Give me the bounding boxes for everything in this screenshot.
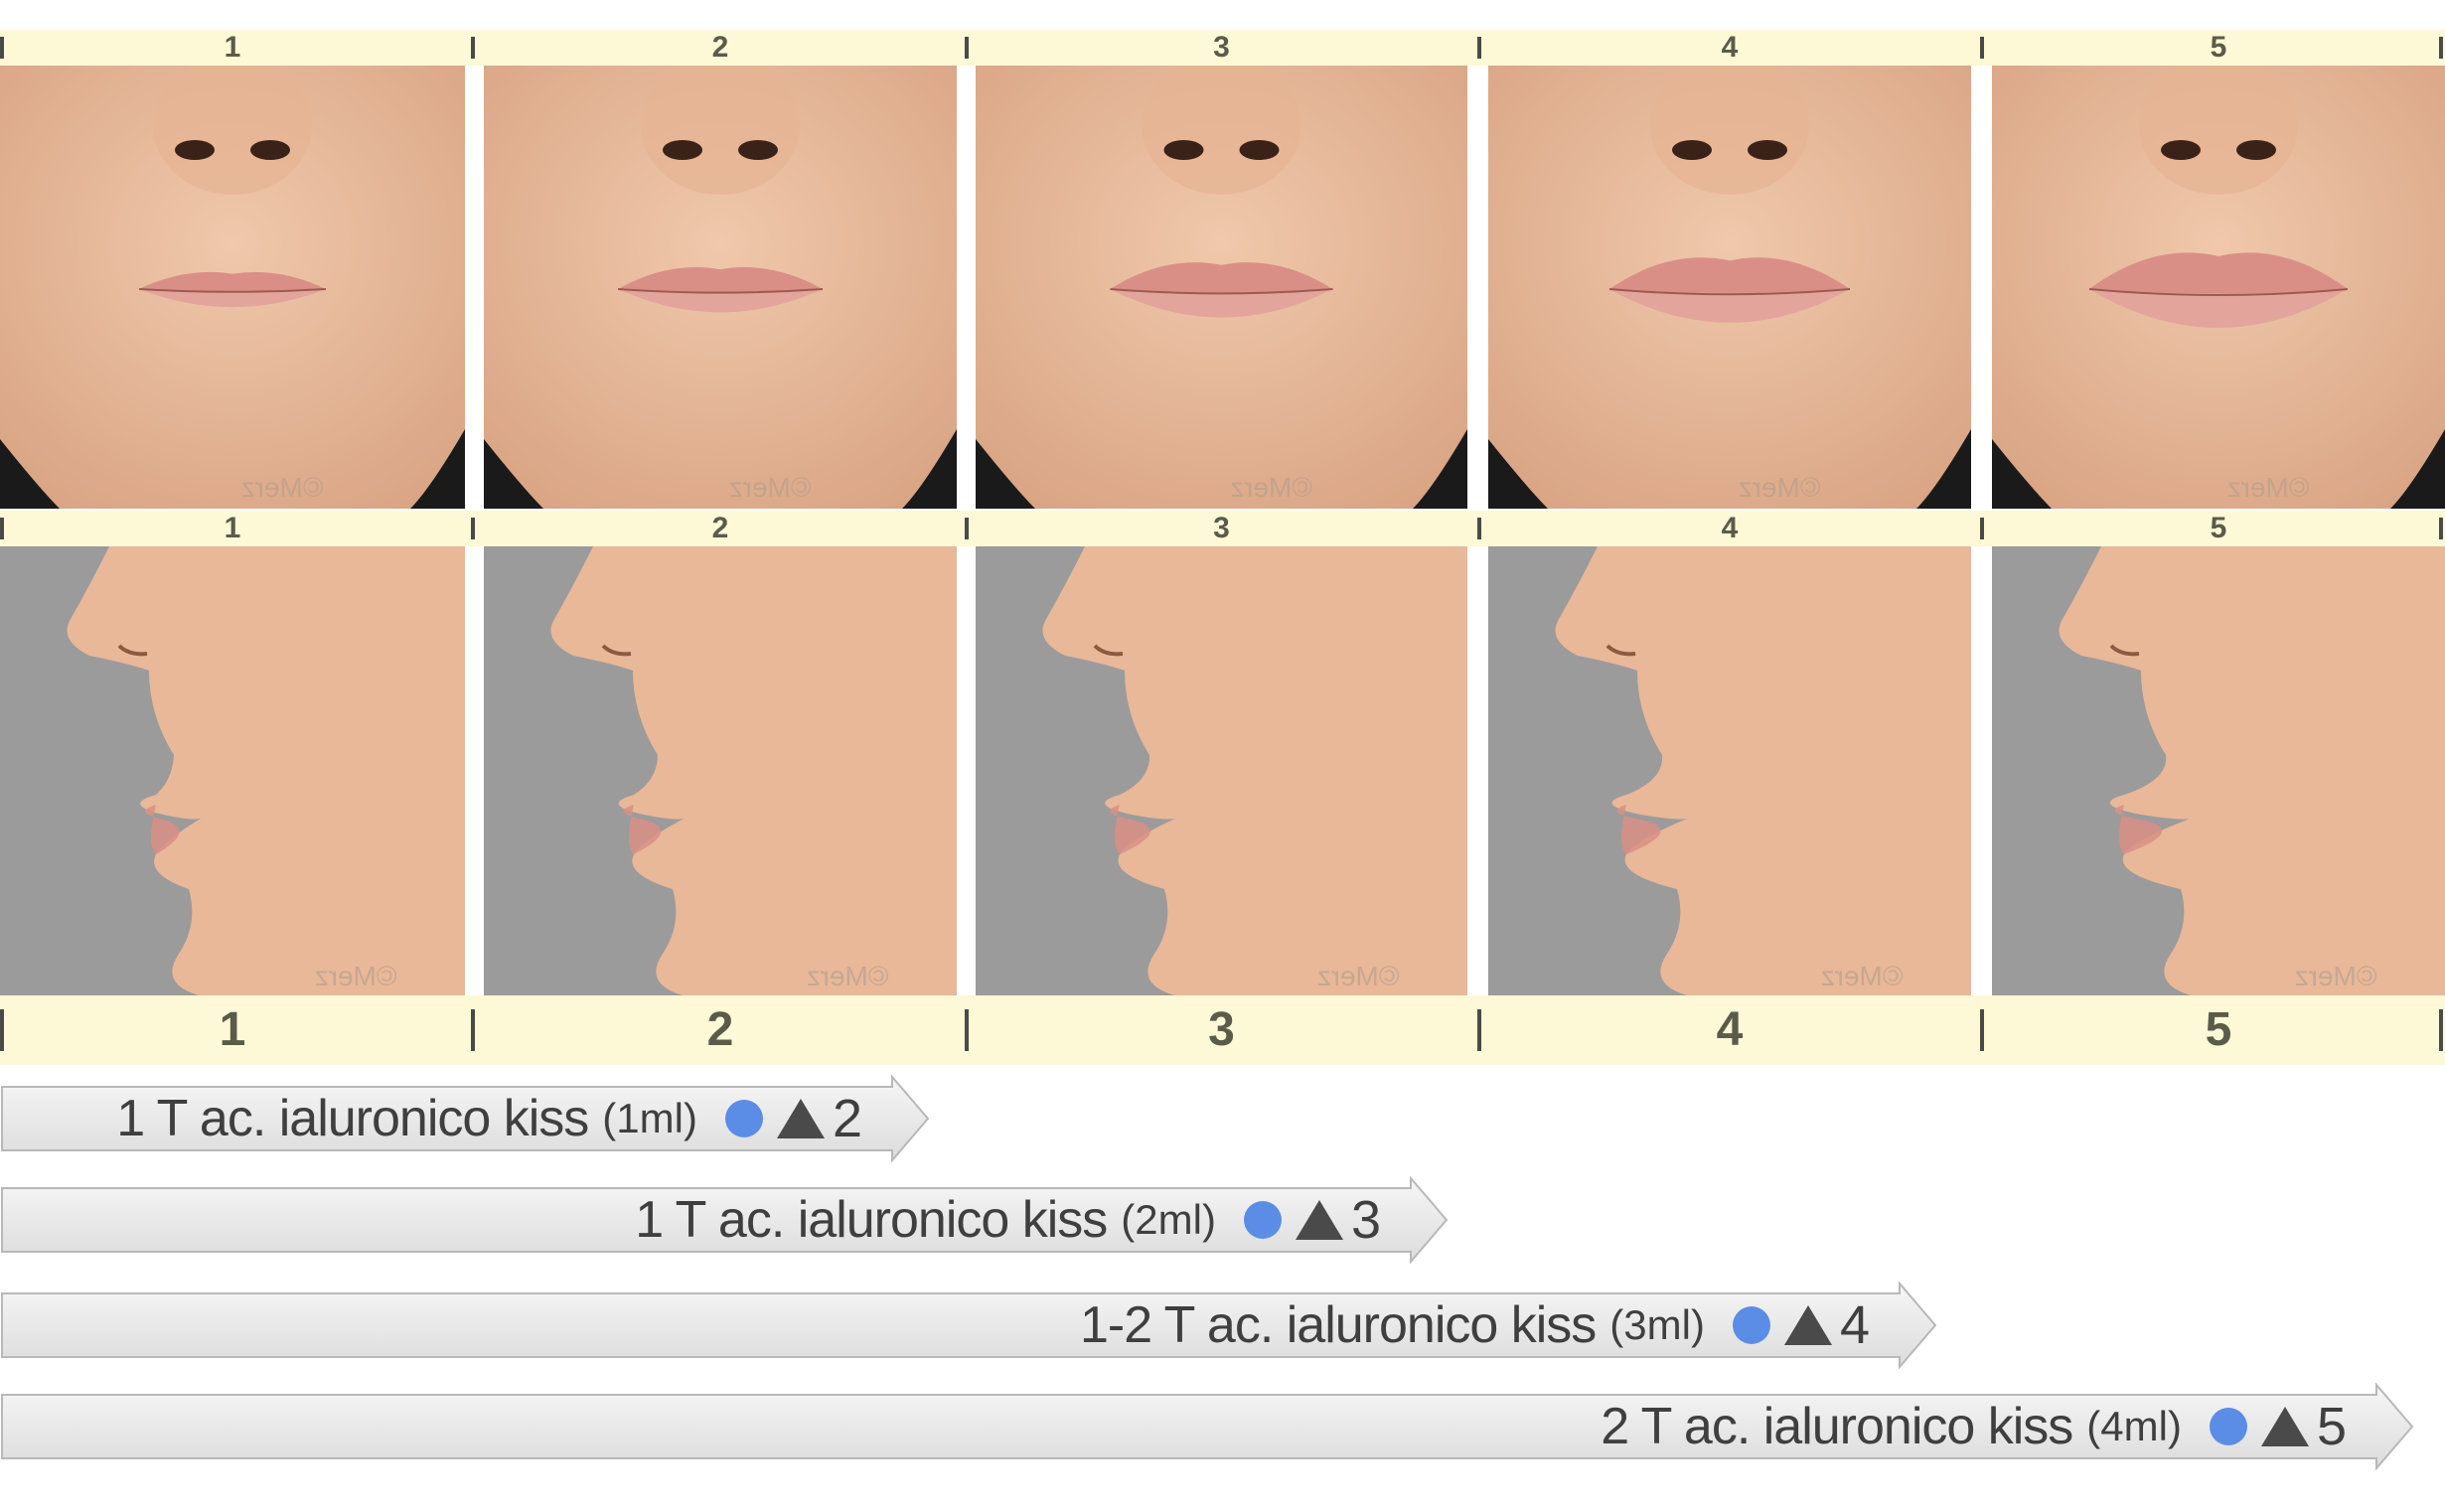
watermark: ©Merz [241, 472, 324, 503]
front-lip-photo-2: ©Merz [484, 66, 957, 509]
watermark: ©Merz [315, 961, 397, 991]
watermark: ©Merz [729, 472, 812, 503]
top-tick [2439, 37, 2443, 59]
treatment-label: 1 T ac. ialuronico kiss [635, 1191, 1108, 1249]
middle-label-3: 3 [1213, 512, 1230, 544]
top-tick [1477, 37, 1481, 59]
top-tick [471, 37, 475, 59]
front-lip-photo-1: ©Merz [0, 66, 465, 509]
treatment-volume: (3ml) [1609, 1301, 1705, 1348]
bottom-tick [1477, 1009, 1481, 1051]
top-label-4: 4 [1721, 31, 1739, 64]
profile-lip-photo-1: ©Merz [0, 546, 465, 995]
watermark: ©Merz [807, 961, 889, 991]
bottom-tick [0, 1009, 4, 1051]
treatment-text: 1 T ac. ialuronico kiss (1ml) 2 [116, 1075, 862, 1162]
watermark: ©Merz [2295, 961, 2377, 991]
middle-label-2: 2 [711, 512, 729, 544]
blue-dot-icon [1243, 1201, 1282, 1239]
middle-label-1: 1 [224, 512, 241, 544]
triangle-icon [1295, 1200, 1343, 1240]
bottom-tick [471, 1009, 475, 1051]
treatment-volume: (2ml) [1121, 1196, 1216, 1243]
profile-lip-photo-3: ©Merz [976, 546, 1467, 995]
profile-lip-photo-4: ©Merz [1488, 546, 1971, 995]
bottom-tick [965, 1009, 969, 1051]
front-lip-photo-4: ©Merz [1488, 66, 1971, 509]
profile-lip-photo-5: ©Merz [1992, 546, 2445, 995]
treatment-arrow-4: 2 T ac. ialuronico kiss (4ml) 5 [0, 1383, 2416, 1470]
treatment-text: 1 T ac. ialuronico kiss (2ml) 3 [635, 1176, 1381, 1264]
middle-label-5: 5 [2210, 512, 2227, 544]
blue-dot-icon [1732, 1306, 1770, 1344]
bottom-label-1: 1 [219, 1003, 246, 1056]
front-lip-photo-3: ©Merz [976, 66, 1467, 509]
blue-dot-icon [2209, 1408, 2247, 1445]
blue-dot-icon [724, 1100, 763, 1137]
target-grade: 2 [832, 1089, 862, 1148]
bottom-label-4: 4 [1716, 1003, 1744, 1056]
target-grade: 4 [1839, 1295, 1870, 1355]
treatment-arrow-3: 1-2 T ac. ialuronico kiss (3ml) 4 [0, 1282, 1939, 1369]
triangle-icon [776, 1099, 825, 1138]
top-label-5: 5 [2210, 31, 2227, 64]
watermark: ©Merz [1317, 961, 1400, 991]
watermark: ©Merz [1230, 472, 1312, 503]
treatment-label: 2 T ac. ialuronico kiss [1601, 1398, 2073, 1455]
treatment-label: 1-2 T ac. ialuronico kiss [1079, 1296, 1597, 1354]
top-label-1: 1 [224, 31, 241, 64]
middle-tick [965, 518, 969, 539]
bottom-tick [2439, 1009, 2443, 1051]
watermark: ©Merz [2227, 472, 2310, 503]
middle-tick [0, 518, 4, 539]
bottom-label-3: 3 [1208, 1003, 1235, 1056]
target-grade: 3 [1350, 1190, 1381, 1250]
top-tick [965, 37, 969, 59]
middle-label-4: 4 [1721, 512, 1739, 544]
middle-tick [1980, 518, 1984, 539]
treatment-volume: (1ml) [602, 1095, 697, 1141]
treatment-label: 1 T ac. ialuronico kiss [116, 1090, 589, 1147]
triangle-icon [1783, 1305, 1832, 1345]
middle-tick [2439, 518, 2443, 539]
treatment-arrow-1: 1 T ac. ialuronico kiss (1ml) 2 [0, 1075, 932, 1162]
top-label-2: 2 [711, 31, 729, 64]
top-tick [0, 37, 4, 59]
middle-tick [471, 518, 475, 539]
treatment-text: 1-2 T ac. ialuronico kiss (3ml) 4 [1080, 1282, 1870, 1369]
bottom-tick [1980, 1009, 1984, 1051]
triangle-icon [2260, 1407, 2309, 1446]
watermark: ©Merz [1739, 472, 1821, 503]
top-tick [1980, 37, 1984, 59]
watermark: ©Merz [1821, 961, 1904, 991]
top-label-3: 3 [1213, 31, 1230, 64]
treatment-volume: (4ml) [2086, 1403, 2182, 1449]
bottom-label-5: 5 [2205, 1003, 2232, 1056]
treatment-text: 2 T ac. ialuronico kiss (4ml) 5 [1601, 1383, 2347, 1470]
bottom-label-2: 2 [706, 1003, 734, 1056]
target-grade: 5 [2316, 1397, 2347, 1456]
treatment-arrow-2: 1 T ac. ialuronico kiss (2ml) 3 [0, 1176, 1451, 1264]
front-lip-photo-5: ©Merz [1992, 66, 2445, 509]
middle-tick [1477, 518, 1481, 539]
profile-lip-photo-2: ©Merz [484, 546, 957, 995]
